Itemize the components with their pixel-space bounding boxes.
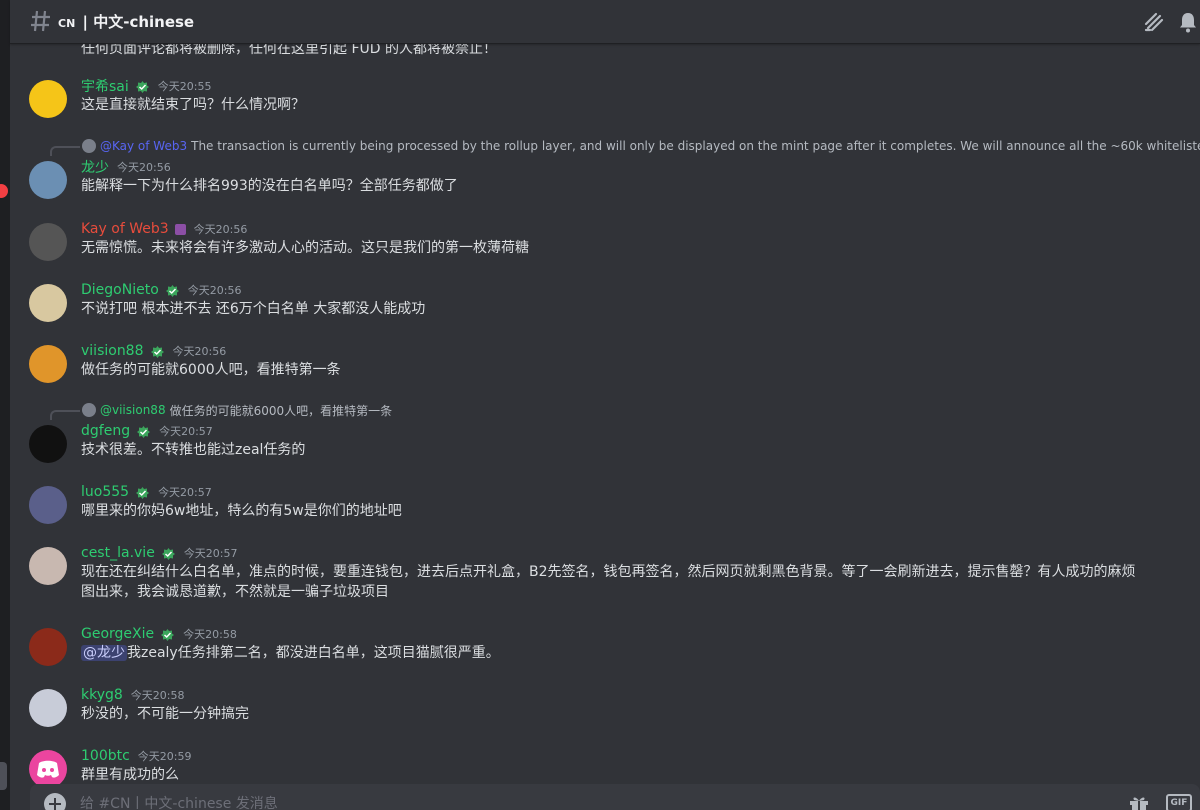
message-header: luo555 今天20:57 bbox=[81, 483, 212, 501]
avatar[interactable] bbox=[29, 284, 67, 322]
avatar[interactable] bbox=[29, 345, 67, 383]
message-content: 技术很差。不转推也能过zeal任务的 bbox=[81, 442, 306, 458]
message-content: 不说打吧 根本进不去 还6万个白名单 大家都没人能成功 bbox=[81, 301, 426, 317]
reply-connector bbox=[50, 146, 80, 156]
gif-button[interactable]: GIF bbox=[1166, 794, 1192, 810]
verified-badge-icon bbox=[160, 627, 175, 641]
message-header: 宇希sai 今天20:55 bbox=[81, 77, 211, 95]
channel-title-text: | 中文-chinese bbox=[82, 13, 195, 31]
avatar[interactable] bbox=[29, 628, 67, 666]
message-text: 我zealy任务排第二名，都没进白名单，这项目猫腻很严重。 bbox=[127, 645, 500, 661]
message-line: 图出来，我会诚恳道歉，不然就是一骗子垃圾项目 bbox=[81, 584, 389, 600]
username[interactable]: DiegoNieto bbox=[81, 282, 159, 298]
timestamp: 今天20:58 bbox=[130, 689, 185, 702]
channel-title: CN | 中文-chinese bbox=[58, 11, 194, 32]
channel-flag: CN bbox=[58, 17, 76, 30]
username[interactable]: luo555 bbox=[81, 484, 129, 500]
message-header: DiegoNieto 今天20:56 bbox=[81, 281, 241, 299]
message-composer: GIF bbox=[30, 784, 1200, 810]
message-list: 任何页面评论都将被删除，任何在这里引起 FUD 的人都将被禁止！ 宇希sai 今天… bbox=[10, 44, 1200, 784]
timestamp: 今天20:56 bbox=[193, 223, 248, 236]
reply-text: 做任务的可能就6000人吧，看推特第一条 bbox=[169, 403, 393, 418]
message-content: 做任务的可能就6000人吧，看推特第一条 bbox=[81, 362, 341, 378]
bell-icon[interactable] bbox=[1176, 10, 1200, 34]
verified-badge-icon bbox=[161, 546, 176, 560]
username[interactable]: 龙少 bbox=[81, 157, 109, 177]
reply-preview[interactable]: @viision88 做任务的可能就6000人吧，看推特第一条 bbox=[82, 402, 392, 418]
avatar[interactable] bbox=[29, 689, 67, 727]
message-content: 秒没的，不可能一分钟搞完 bbox=[81, 706, 249, 722]
verified-badge-icon bbox=[165, 283, 180, 297]
server-indicator bbox=[0, 762, 7, 790]
discord-logo-icon bbox=[37, 760, 59, 778]
message-header: cest_la.vie 今天20:57 bbox=[81, 544, 238, 562]
message-header: Kay of Web3 今天20:56 bbox=[81, 220, 247, 238]
reply-avatar bbox=[82, 403, 96, 417]
server-rail bbox=[0, 0, 10, 810]
message-content: @龙少 我zealy任务排第二名，都没进白名单，这项目猫腻很严重。 bbox=[81, 643, 500, 663]
timestamp: 今天20:55 bbox=[157, 80, 212, 93]
timestamp: 今天20:56 bbox=[172, 345, 227, 358]
username[interactable]: viision88 bbox=[81, 343, 144, 359]
message-header: 100btc 今天20:59 bbox=[81, 747, 192, 765]
avatar[interactable] bbox=[29, 80, 67, 118]
verified-badge-icon bbox=[135, 485, 150, 499]
username[interactable]: GeorgeXie bbox=[81, 626, 154, 642]
message-content: 哪里来的你妈6w地址，特么的有5w是你们的地址吧 bbox=[81, 503, 402, 519]
user-mention[interactable]: @龙少 bbox=[81, 645, 127, 661]
add-attachment-icon[interactable] bbox=[44, 793, 66, 810]
reply-avatar bbox=[82, 139, 96, 153]
timestamp: 今天20:56 bbox=[117, 161, 171, 174]
avatar[interactable] bbox=[29, 425, 67, 463]
channel-header: CN | 中文-chinese bbox=[10, 0, 1200, 44]
avatar[interactable] bbox=[29, 547, 67, 585]
username[interactable]: 宇希sai bbox=[81, 76, 129, 96]
username[interactable]: 100btc bbox=[81, 748, 130, 764]
system-message: 任何页面评论都将被删除，任何在这里引起 FUD 的人都将被禁止！ bbox=[81, 44, 497, 57]
message-content: 能解释一下为什么排名993的没在白名单吗？全部任务都做了 bbox=[81, 178, 458, 194]
message-content: 群里有成功的么 bbox=[81, 767, 179, 783]
message-header: GeorgeXie 今天20:58 bbox=[81, 625, 237, 643]
timestamp: 今天20:56 bbox=[187, 284, 242, 297]
role-icon bbox=[174, 223, 186, 235]
message-content: 这是直接就结束了吗？什么情况啊？ bbox=[81, 97, 305, 113]
username[interactable]: dgfeng bbox=[81, 423, 130, 439]
verified-badge-icon bbox=[135, 79, 150, 93]
avatar[interactable] bbox=[29, 750, 67, 784]
reply-text: The transaction is currently being proce… bbox=[191, 139, 1200, 153]
timestamp: 今天20:59 bbox=[137, 750, 192, 763]
message-line: 现在还在纠结什么白名单，准点的时候，要重连钱包，进去后点开礼盒，B2先签名，钱包… bbox=[81, 564, 1136, 580]
message-header: viision88 今天20:56 bbox=[81, 342, 226, 360]
avatar[interactable] bbox=[29, 223, 67, 261]
message-header: kkyg8 今天20:58 bbox=[81, 686, 185, 704]
reply-connector bbox=[50, 410, 80, 420]
gift-icon[interactable] bbox=[1128, 794, 1150, 810]
timestamp: 今天20:57 bbox=[183, 547, 238, 560]
timestamp: 今天20:57 bbox=[159, 425, 213, 438]
timestamp: 今天20:58 bbox=[183, 628, 237, 641]
reply-author[interactable]: @viision88 bbox=[100, 403, 166, 417]
message-content: 无需惊慌。未来将会有许多激动人心的活动。这只是我们的第一枚薄荷糖 bbox=[81, 240, 529, 256]
username[interactable]: cest_la.vie bbox=[81, 545, 155, 561]
message-input[interactable] bbox=[80, 794, 1080, 810]
reply-preview[interactable]: @Kay of Web3 The transaction is currently… bbox=[82, 138, 1200, 154]
message-content: 现在还在纠结什么白名单，准点的时候，要重连钱包，进去后点开礼盒，B2先签名，钱包… bbox=[81, 562, 1136, 602]
username[interactable]: kkyg8 bbox=[81, 687, 123, 703]
message-header: 龙少 今天20:56 bbox=[81, 158, 171, 176]
threads-icon[interactable] bbox=[1142, 10, 1166, 34]
hashtag-icon bbox=[31, 10, 50, 32]
avatar[interactable] bbox=[29, 486, 67, 524]
verified-badge-icon bbox=[136, 424, 151, 438]
message-header: dgfeng 今天20:57 bbox=[81, 422, 213, 440]
unread-badge bbox=[0, 184, 8, 198]
verified-badge-icon bbox=[150, 344, 165, 358]
username[interactable]: Kay of Web3 bbox=[81, 221, 169, 237]
avatar[interactable] bbox=[29, 161, 67, 199]
timestamp: 今天20:57 bbox=[158, 486, 212, 499]
reply-author[interactable]: @Kay of Web3 bbox=[100, 139, 187, 153]
